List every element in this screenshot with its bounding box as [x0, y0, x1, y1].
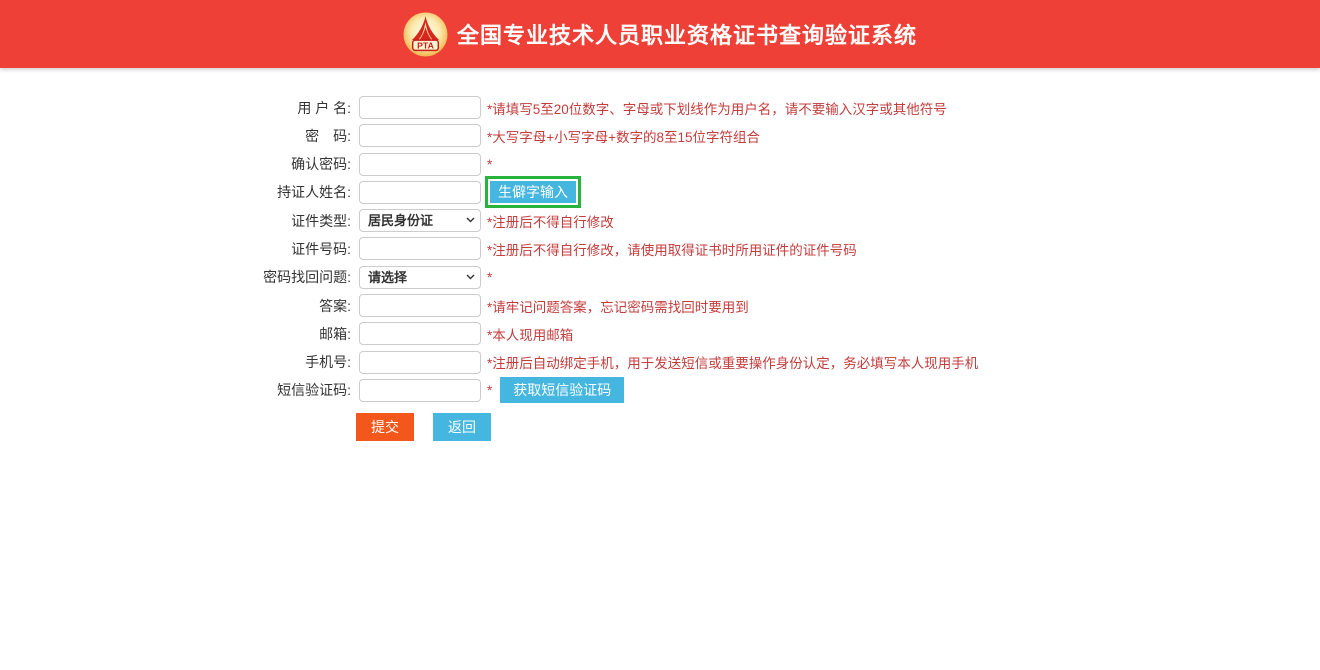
back-button[interactable]: 返回 [433, 413, 491, 441]
confirm-password-hint: * [487, 157, 492, 172]
phone-hint: *注册后自动绑定手机，用于发送短信或重要操作身份认定，务必填写本人现用手机 [487, 352, 978, 372]
sms-code-label: 短信验证码: [0, 380, 355, 400]
sms-code-hint: * [487, 383, 492, 398]
form-row-username: 用 户 名: *请填写5至20位数字、字母或下划线作为用户名，请不要输入汉字或其… [0, 96, 1320, 119]
confirm-password-input[interactable] [359, 153, 481, 176]
password-hint: *大写字母+小写字母+数字的8至15位字符组合 [487, 126, 760, 146]
recovery-question-select-wrap: 请选择 [359, 266, 481, 289]
email-hint: *本人现用邮箱 [487, 324, 573, 344]
form-row-id-type: 证件类型: 居民身份证 *注册后不得自行修改 [0, 209, 1320, 232]
highlight-box: 生僻字输入 [485, 176, 581, 208]
username-label: 用 户 名: [0, 98, 355, 118]
form-row-confirm-password: 确认密码: * [0, 153, 1320, 176]
id-type-select-wrap: 居民身份证 [359, 209, 481, 232]
get-sms-code-button[interactable]: 获取短信验证码 [500, 377, 624, 403]
page-title: 全国专业技术人员职业资格证书查询验证系统 [457, 18, 917, 50]
form-row-id-number: 证件号码: *注册后不得自行修改，请使用取得证书时所用证件的证件号码 [0, 237, 1320, 260]
confirm-password-label: 确认密码: [0, 154, 355, 174]
answer-input[interactable] [359, 294, 481, 317]
id-type-select[interactable]: 居民身份证 [359, 209, 481, 232]
sms-code-input[interactable] [359, 379, 481, 402]
form-row-answer: 答案: *请牢记问题答案，忘记密码需找回时要用到 [0, 294, 1320, 317]
phone-input[interactable] [359, 351, 481, 374]
form-row-password: 密 码: *大写字母+小写字母+数字的8至15位字符组合 [0, 124, 1320, 147]
password-label: 密 码: [0, 126, 355, 146]
pta-logo-icon: PTA [403, 12, 448, 57]
email-field[interactable] [359, 322, 481, 345]
id-number-label: 证件号码: [0, 239, 355, 259]
svg-text:PTA: PTA [417, 40, 434, 50]
id-type-label: 证件类型: [0, 211, 355, 231]
email-label: 邮箱: [0, 324, 355, 344]
recovery-question-label: 密码找回问题: [0, 267, 355, 287]
recovery-question-select[interactable]: 请选择 [359, 266, 481, 289]
form-row-holder-name: 持证人姓名: 生僻字输入 [0, 181, 1320, 204]
password-input[interactable] [359, 124, 481, 147]
form-actions: 提交 返回 [356, 413, 1320, 441]
form-row-sms-code: 短信验证码: * 获取短信验证码 [0, 379, 1320, 402]
answer-label: 答案: [0, 296, 355, 316]
form-row-email: 邮箱: *本人现用邮箱 [0, 322, 1320, 345]
rare-char-input-button[interactable]: 生僻字输入 [490, 181, 576, 203]
app-header: PTA 全国专业技术人员职业资格证书查询验证系统 [0, 0, 1320, 68]
username-hint: *请填写5至20位数字、字母或下划线作为用户名，请不要输入汉字或其他符号 [487, 98, 947, 118]
recovery-question-hint: * [487, 270, 492, 285]
holder-name-input[interactable] [359, 181, 481, 204]
id-number-input[interactable] [359, 237, 481, 260]
submit-button[interactable]: 提交 [356, 413, 414, 441]
form-row-recovery-question: 密码找回问题: 请选择 * [0, 266, 1320, 289]
id-type-hint: *注册后不得自行修改 [487, 211, 614, 231]
username-input[interactable] [359, 96, 481, 119]
form-row-phone: 手机号: *注册后自动绑定手机，用于发送短信或重要操作身份认定，务必填写本人现用… [0, 351, 1320, 374]
holder-name-label: 持证人姓名: [0, 182, 355, 202]
registration-form: 用 户 名: *请填写5至20位数字、字母或下划线作为用户名，请不要输入汉字或其… [0, 96, 1320, 441]
answer-hint: *请牢记问题答案，忘记密码需找回时要用到 [487, 296, 749, 316]
phone-label: 手机号: [0, 352, 355, 372]
id-number-hint: *注册后不得自行修改，请使用取得证书时所用证件的证件号码 [487, 239, 857, 259]
